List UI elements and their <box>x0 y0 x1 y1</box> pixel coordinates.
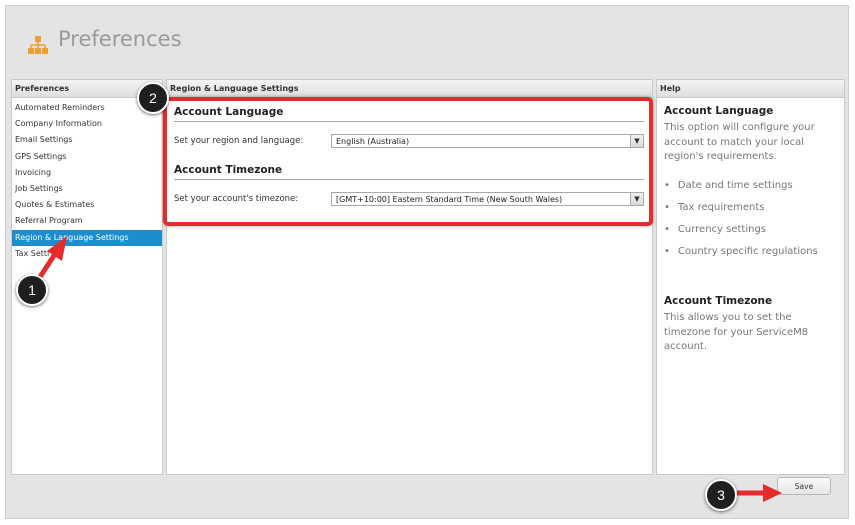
step-badge-3: 3 <box>705 479 737 511</box>
annotation-arrows <box>35 236 782 502</box>
step-badge-2: 2 <box>137 82 169 114</box>
arrow-to-save-button <box>737 484 782 502</box>
arrow-to-sidebar-item <box>35 236 67 282</box>
step-badge-1: 1 <box>16 274 48 306</box>
